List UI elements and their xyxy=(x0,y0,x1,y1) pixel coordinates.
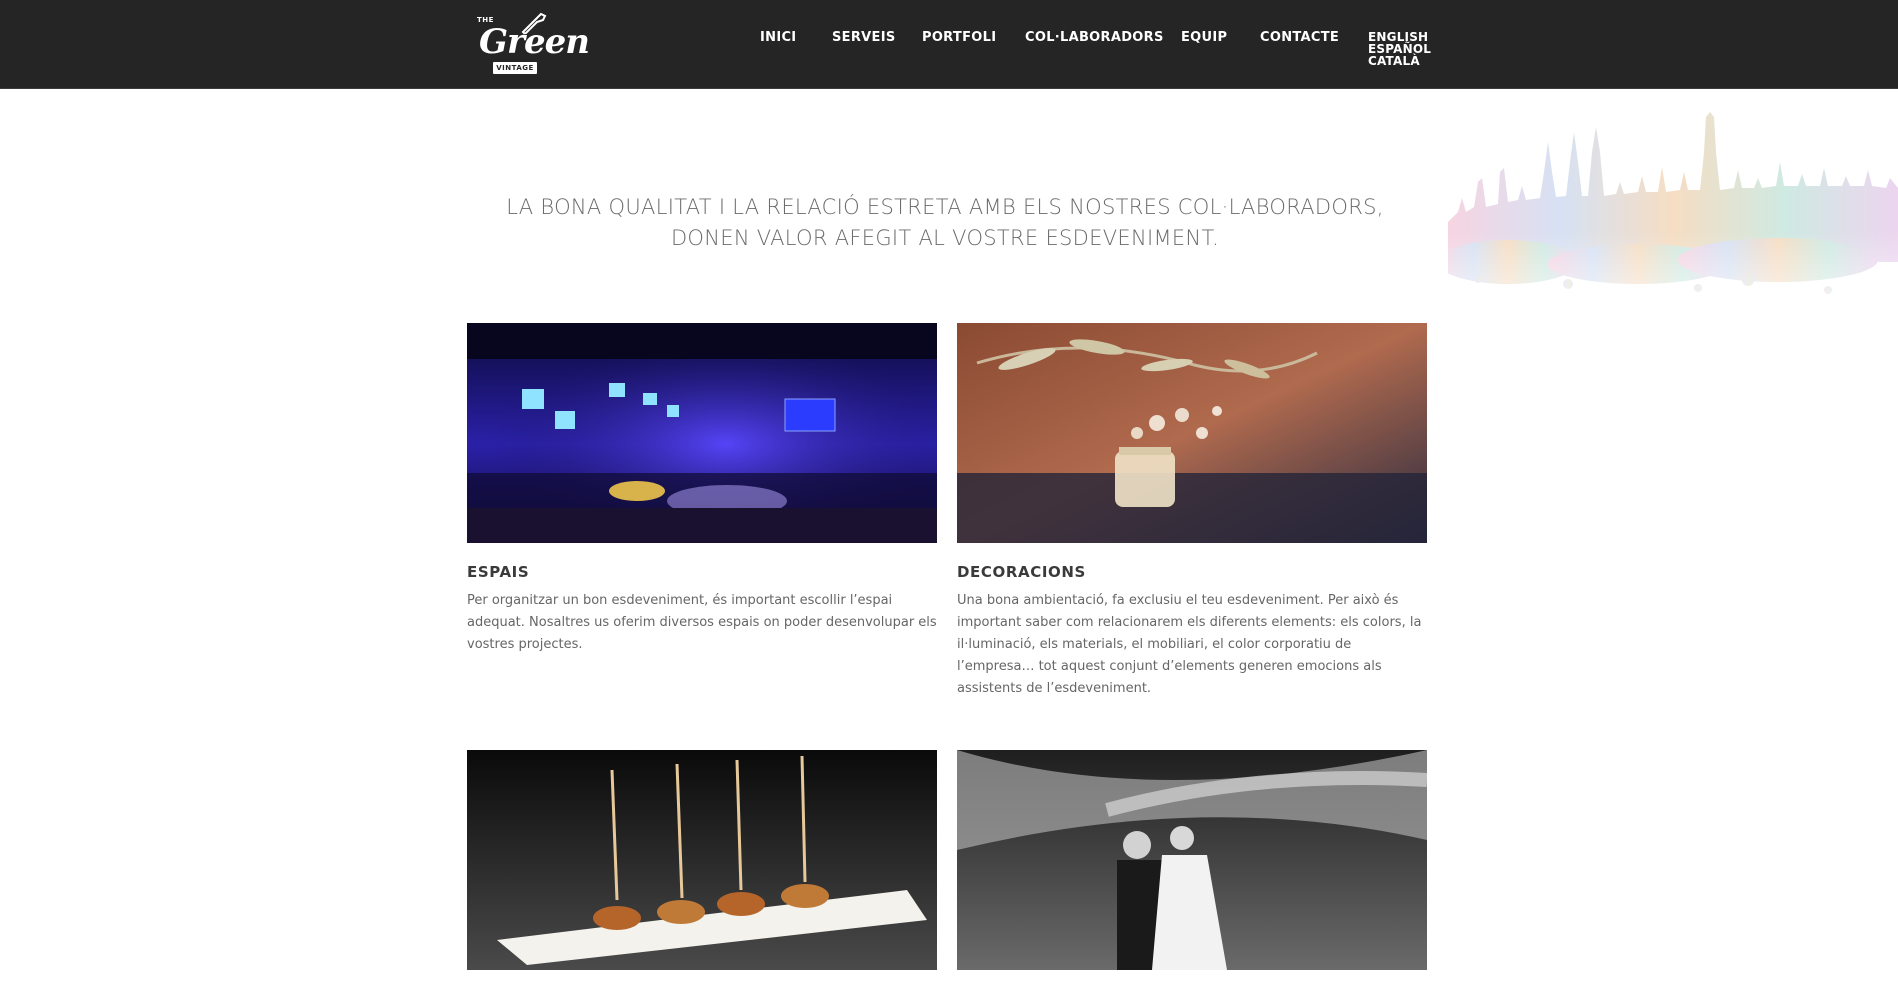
nav-item-col-laboradors[interactable]: COL·LABORADORS xyxy=(1025,30,1164,45)
event-venue-photo xyxy=(467,323,937,543)
catering-image[interactable] xyxy=(467,750,937,970)
card-title-espais: ESPAIS xyxy=(467,563,530,581)
card-text-decoracions: Una bona ambientació, fa exclusiu el teu… xyxy=(957,593,1422,696)
barcelona-skyline-illustration xyxy=(1448,112,1898,302)
nav-item-serveis[interactable]: SERVEIS xyxy=(832,30,896,45)
nav-item-inici[interactable]: INICI xyxy=(760,30,796,45)
decoracions-image[interactable] xyxy=(957,323,1427,543)
nav-item-portfoli[interactable]: PORTFOLI xyxy=(922,30,996,45)
flower-jar-photo xyxy=(957,323,1427,543)
language-switcher: ENGLISH ESPAÑOL CATALÀ xyxy=(1368,31,1431,67)
logo-ribbon: VINTAGE xyxy=(493,62,537,74)
card-text-espais: Per organitzar un bon esdeveniment, és i… xyxy=(467,593,937,652)
page-tagline: LA BONA QUALITAT I LA RELACIÓ ESTRETA AM… xyxy=(506,195,1384,250)
language-catala[interactable]: CATALÀ xyxy=(1368,55,1431,67)
the-green-vintage-logo[interactable]: THE Green VINTAGE xyxy=(475,8,590,80)
food-skewers-photo xyxy=(467,750,937,970)
nav-item-contacte[interactable]: CONTACTE xyxy=(1260,30,1339,45)
nav-item-equip[interactable]: EQUIP xyxy=(1181,30,1227,45)
site-header: THE Green VINTAGE INICI SERVEIS PORTFOLI… xyxy=(0,0,1898,89)
wedding-couple-photo xyxy=(957,750,1427,970)
espais-image[interactable] xyxy=(467,323,937,543)
logo-ribbon-text: VINTAGE xyxy=(496,64,534,72)
wedding-image[interactable] xyxy=(957,750,1427,970)
card-title-decoracions: DECORACIONS xyxy=(957,563,1086,581)
horn-icon xyxy=(521,12,547,34)
